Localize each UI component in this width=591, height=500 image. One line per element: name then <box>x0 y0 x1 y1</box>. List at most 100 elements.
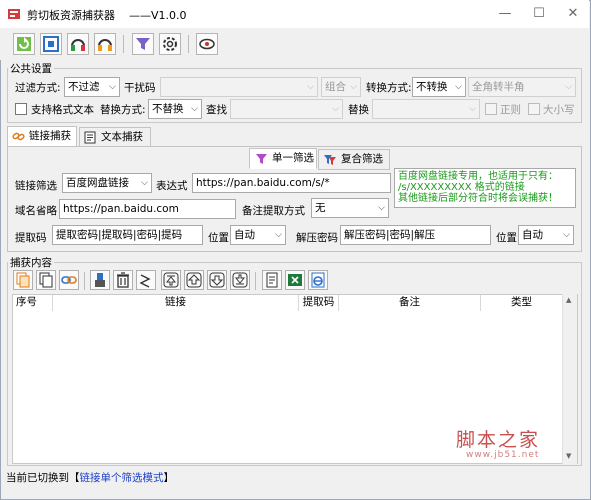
app-icon <box>8 9 20 19</box>
replace-mode-select[interactable]: 不替换 ⌵ <box>148 99 202 119</box>
filter-icon <box>256 154 267 164</box>
capture-button[interactable] <box>40 33 62 55</box>
capture-toolbar-separator <box>84 272 85 290</box>
move-bottom-button[interactable] <box>230 270 250 290</box>
regex-label: 正则 <box>500 104 521 116</box>
domain-omit-label: 域名省略 <box>15 205 57 217</box>
note-extract-select[interactable]: 无 ⌵ <box>311 198 389 218</box>
position-value: 自动 <box>234 229 255 241</box>
status-suffix: 】 <box>163 472 175 484</box>
chevron-down-icon: ⌵ <box>378 203 385 213</box>
column-header-type[interactable]: 类型 <box>481 295 563 311</box>
close-button[interactable]: ✕ <box>556 0 590 28</box>
gear-icon <box>163 37 177 51</box>
tab-multi-filter[interactable]: 复合筛选 <box>318 149 390 170</box>
note-box: 百度网盘链接专用，也适用于只有： /s/XXXXXXXXX 格式的链接 其他链接… <box>394 168 576 208</box>
move-up-button[interactable] <box>184 270 204 290</box>
move-down-button[interactable] <box>207 270 227 290</box>
export-text-button[interactable] <box>262 270 282 290</box>
minimize-button[interactable]: — <box>488 0 522 28</box>
delete-button[interactable] <box>113 270 133 290</box>
move-top-icon <box>163 272 179 288</box>
public-settings-label: 公共设置 <box>8 61 54 76</box>
chevron-down-icon: ⌵ <box>565 82 572 92</box>
copy-link-button[interactable] <box>13 270 33 290</box>
link-filter-select[interactable]: 百度网盘链接 ⌵ <box>62 173 152 193</box>
sweep-icon <box>139 274 151 288</box>
domain-omit-input[interactable]: https://pan.baidu.com <box>59 199 236 219</box>
tab-link-capture-label: 链接捕获 <box>29 130 71 142</box>
multi-filter-label: 复合筛选 <box>341 153 383 165</box>
browser-icon <box>311 272 325 288</box>
copy-all-button[interactable] <box>36 270 56 290</box>
maximize-button[interactable]: ☐ <box>522 0 556 28</box>
chevron-down-icon: ⌵ <box>332 104 339 114</box>
extract-code-input[interactable]: 提取密码|提取码|密码|提码 <box>52 225 203 245</box>
monitor-start-button[interactable] <box>67 33 89 55</box>
chevron-down-icon: ⌵ <box>141 178 148 188</box>
tab-text-capture-label: 文本捕获 <box>101 131 143 143</box>
column-header-index[interactable]: 序号 <box>13 295 53 311</box>
document-icon <box>84 131 96 144</box>
scroll-up-icon: ▲ <box>566 296 572 304</box>
tab-single-filter[interactable]: 单一筛选 <box>249 148 317 169</box>
clean-button[interactable] <box>90 270 110 290</box>
status-prefix: 当前已切换到【 <box>6 472 80 484</box>
combine-select[interactable]: 组合 ⌵ <box>321 77 361 97</box>
refresh-icon <box>17 37 31 51</box>
chevron-down-icon: ⌵ <box>307 82 314 92</box>
view-button[interactable] <box>196 33 218 55</box>
sweep-button[interactable] <box>136 270 156 290</box>
window-title: 剪切板资源捕获器 ——V1.0.0 <box>27 9 187 22</box>
export-excel-button[interactable] <box>285 270 305 290</box>
replace-mode-label: 替换方式: <box>100 104 146 116</box>
filter-button[interactable] <box>132 33 154 55</box>
move-top-button[interactable] <box>161 270 181 290</box>
note-extract-label: 备注提取方式 <box>242 205 305 217</box>
width-convert-select[interactable]: 全角转半角 ⌵ <box>468 77 576 97</box>
support-format-checkbox[interactable] <box>15 103 27 115</box>
convert-mode-select[interactable]: 不转换 ⌵ <box>412 77 466 97</box>
chevron-down-icon: ⌵ <box>191 104 198 114</box>
table-vertical-scrollbar[interactable]: ▲ ▼ <box>562 294 577 464</box>
tab-link-capture[interactable]: 链接捕获 <box>7 126 77 147</box>
settings-button[interactable] <box>159 33 181 55</box>
scroll-down-icon: ▼ <box>566 452 572 460</box>
open-browser-button[interactable] <box>308 270 328 290</box>
headset-orange-icon <box>98 39 112 51</box>
case-checkbox[interactable] <box>528 103 540 115</box>
interference-select[interactable]: ⌵ <box>160 77 318 97</box>
regex-checkbox[interactable] <box>485 103 497 115</box>
multi-filter-icon <box>324 155 336 165</box>
support-format-label: 支持格式文本 <box>31 104 94 116</box>
move-bottom-icon <box>232 272 248 288</box>
monitor-stop-button[interactable] <box>94 33 116 55</box>
trash-icon <box>117 272 129 288</box>
position2-value: 自动 <box>522 229 543 241</box>
refresh-button[interactable] <box>13 33 35 55</box>
combine-value: 组合 <box>325 81 346 93</box>
tab-text-capture[interactable]: 文本捕获 <box>79 127 151 148</box>
column-header-note[interactable]: 备注 <box>339 295 481 311</box>
find-select[interactable]: ⌵ <box>230 99 343 119</box>
replace-select[interactable]: ⌵ <box>372 99 480 119</box>
find-label: 查找 <box>206 104 227 116</box>
watermark-url: www.jb51.net <box>466 450 540 460</box>
position-select[interactable]: 自动 ⌵ <box>230 225 286 245</box>
chain-icon <box>61 276 77 284</box>
link-filter-label: 链接筛选 <box>15 180 57 192</box>
expression-input[interactable]: https://pan.baidu.com/s/* <box>192 173 391 193</box>
position2-select[interactable]: 自动 ⌵ <box>518 225 574 245</box>
single-filter-label: 单一筛选 <box>272 152 314 164</box>
filter-mode-select[interactable]: 不过滤 ⌵ <box>64 77 120 97</box>
case-label: 大小写 <box>543 104 575 116</box>
link-filter-value: 百度网盘链接 <box>66 177 129 189</box>
column-header-code[interactable]: 提取码 <box>299 295 339 311</box>
copy-chain-button[interactable] <box>59 270 79 290</box>
unzip-password-input[interactable]: 解压密码|密码|解压 <box>340 225 491 245</box>
position-label: 位置 <box>208 232 229 244</box>
status-bar: 当前已切换到【链接单个筛选模式】 <box>6 470 174 485</box>
chevron-down-icon: ⌵ <box>275 230 282 240</box>
convert-mode-value: 不转换 <box>416 81 448 93</box>
column-header-link[interactable]: 链接 <box>53 295 299 311</box>
